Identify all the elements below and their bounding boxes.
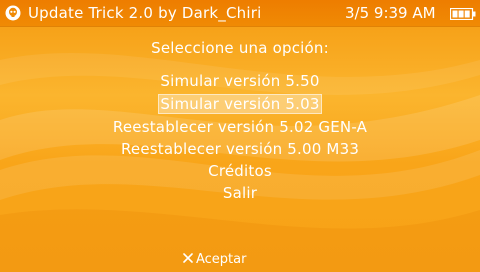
accept-hint[interactable]: Aceptar <box>182 252 246 268</box>
app-title: Update Trick 2.0 by Dark_Chiri <box>28 4 262 22</box>
accept-label: Aceptar <box>196 252 247 267</box>
menu-item-label: Simular versión 5.03 <box>158 94 322 114</box>
clock: 3/5 9:39 AM <box>345 4 436 22</box>
cross-button-icon <box>183 253 193 263</box>
menu-item-reestablecer-502[interactable]: Reestablecer versión 5.02 GEN-A <box>0 117 480 137</box>
menu-item-creditos[interactable]: Créditos <box>0 161 480 181</box>
menu-item-simular-550[interactable]: Simular versión 5.50 <box>0 71 480 91</box>
menu-item-salir[interactable]: Salir <box>0 183 480 203</box>
menu-item-label: Simular versión 5.50 <box>160 72 320 90</box>
menu-item-simular-503[interactable]: Simular versión 5.03 <box>0 94 480 114</box>
status-bar: Update Trick 2.0 by Dark_Chiri 3/5 9:39 … <box>0 0 480 27</box>
menu-item-label: Créditos <box>208 162 272 180</box>
menu-item-label: Salir <box>222 184 258 202</box>
menu-item-label: Reestablecer versión 5.00 M33 <box>120 140 360 158</box>
menu-item-label: Reestablecer versión 5.02 GEN-A <box>112 118 368 136</box>
skull-icon <box>5 5 21 21</box>
menu-item-reestablecer-500[interactable]: Reestablecer versión 5.00 M33 <box>0 139 480 159</box>
menu-heading: Seleccione una opción: <box>151 39 329 57</box>
battery-icon <box>450 8 476 20</box>
